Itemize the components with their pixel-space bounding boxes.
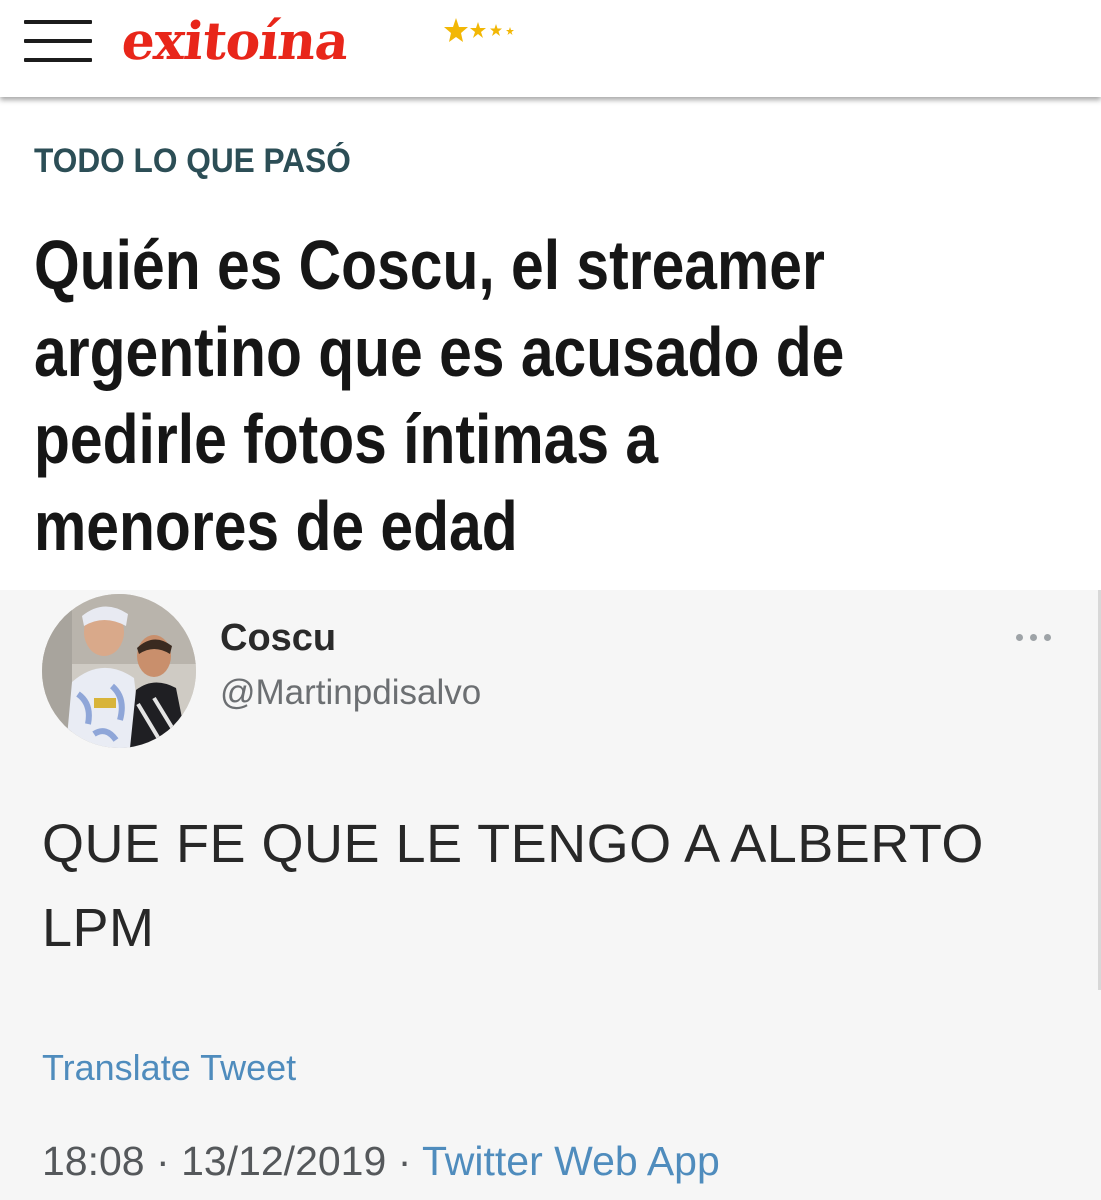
separator: · [397, 1138, 412, 1184]
embedded-tweet-image: Coscu @Martinpdisalvo QUE FE QUE LE TENG… [0, 590, 1101, 1200]
tweet-handle: @Martinpdisalvo [220, 673, 482, 712]
tweet-date: 13/12/2019 [181, 1138, 387, 1184]
headline-line: menores de edad [34, 487, 518, 565]
headline-line: pedirle fotos íntimas a [34, 400, 659, 478]
tweet-metadata: 18:08 · 13/12/2019 · Twitter Web App [42, 1136, 720, 1186]
page: exitoína TODO LO QUE PASÓ Quién es Coscu… [0, 0, 1101, 1200]
dot [1016, 634, 1023, 641]
section-kicker[interactable]: TODO LO QUE PASÓ [34, 140, 351, 182]
site-logo[interactable]: exitoína [119, 2, 514, 82]
article-headline: Quién es Coscu, el streamer argentino qu… [34, 222, 1034, 570]
dot [1030, 634, 1037, 641]
menu-bar [24, 58, 92, 62]
tweet-text-line: LPM [42, 898, 155, 958]
avatar-photo [42, 594, 196, 748]
tweet-text: QUE FE QUE LE TENGO A ALBERTO LPM [42, 802, 1101, 970]
dot [1044, 634, 1051, 641]
logo-stars-icon [444, 18, 514, 42]
menu-bar [24, 20, 92, 24]
tweet-display-name: Coscu [220, 617, 337, 659]
separator: · [156, 1138, 170, 1184]
translate-tweet-link: Translate Tweet [42, 1047, 297, 1088]
site-header: exitoína [0, 0, 1101, 97]
headline-line: Quién es Coscu, el streamer [34, 226, 825, 304]
menu-bar [24, 39, 92, 43]
hamburger-menu-icon[interactable] [24, 20, 92, 64]
tweet-time: 18:08 [42, 1138, 145, 1184]
logo-text: exitoína [118, 11, 352, 72]
headline-line: argentino que es acusado de [34, 313, 845, 391]
avatar [42, 594, 196, 748]
more-options-icon [1012, 630, 1058, 644]
tweet-text-line: QUE FE QUE LE TENGO A ALBERTO [42, 814, 984, 874]
tweet-source: Twitter Web App [422, 1138, 720, 1184]
